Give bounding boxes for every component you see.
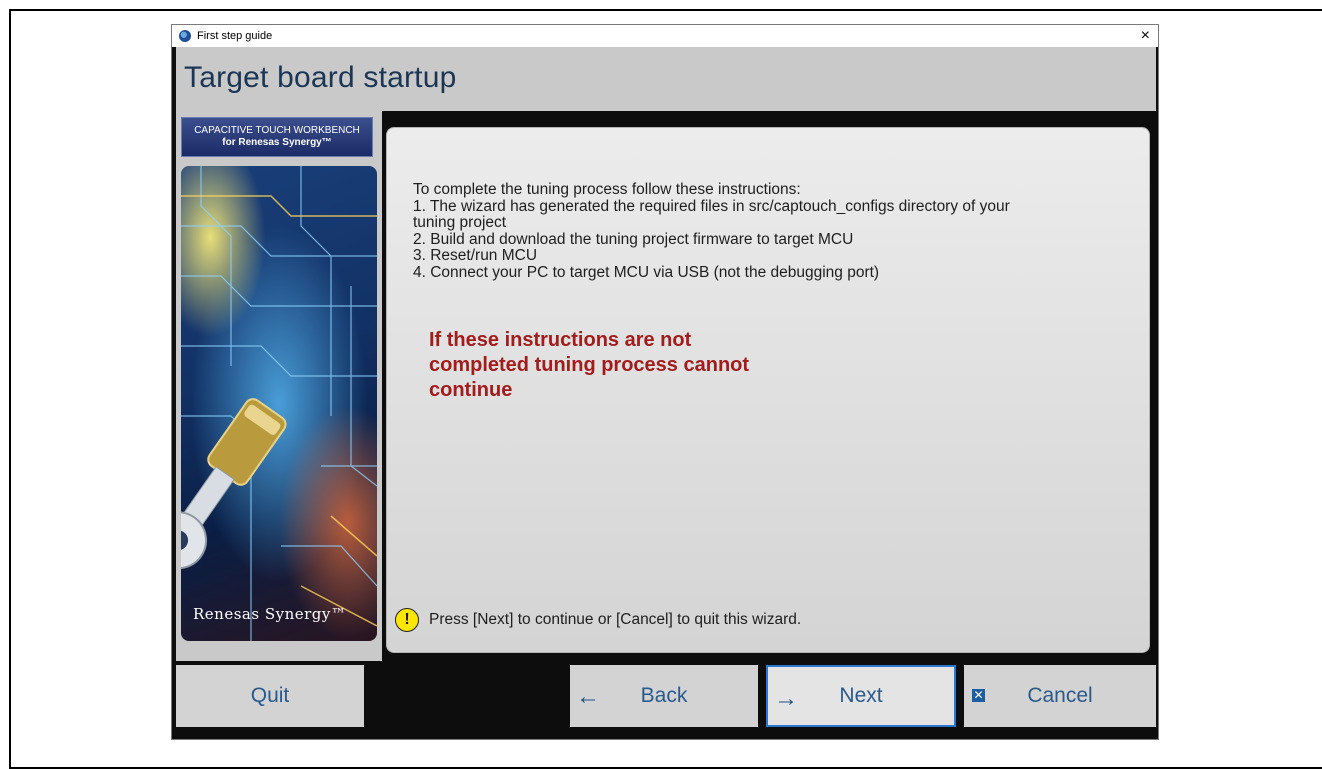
warning-line: continue [429,379,513,401]
instruction-line: To complete the tuning process follow th… [413,181,801,198]
page-title: Target board startup [184,61,457,94]
arrow-right-icon: → [774,685,798,712]
quit-button-label: Quit [250,684,290,707]
cancel-button[interactable]: ✕ Cancel [964,665,1156,727]
key-illustration: Renesas Synergy™ [181,166,377,641]
product-banner: CAPACITIVE TOUCH WORKBENCH for Renesas S… [181,117,373,157]
hint-text: Press [Next] to continue or [Cancel] to … [429,611,802,628]
cancel-button-label: Cancel [1027,684,1093,707]
side-panel: CAPACITIVE TOUCH WORKBENCH for Renesas S… [176,111,382,661]
quit-button[interactable]: Quit [176,665,364,727]
banner-title: CAPACITIVE TOUCH WORKBENCH [194,125,360,136]
warning-exclamation-icon: ! [395,608,419,632]
instruction-line: 3. Reset/run MCU [413,247,538,264]
instruction-line: 1. The wizard has generated the required… [413,197,1010,215]
wizard-window: First step guide × Target board startup … [171,24,1159,740]
instruction-line: 2. Build and download the tuning project… [413,230,854,248]
next-button[interactable]: → Next [766,665,956,727]
window-title: First step guide [197,30,273,42]
warning-message: If these instructions are not completed … [429,328,849,403]
content-panel: To complete the tuning process follow th… [386,127,1150,653]
next-button-label: Next [839,684,883,707]
app-icon [179,30,191,42]
warning-line: completed tuning process cannot [429,354,750,376]
title-bar: First step guide × [172,25,1158,47]
warning-line: If these instructions are not [429,329,692,351]
instruction-line: 4. Connect your PC to target MCU via USB… [413,263,880,281]
instruction-line: tuning project [413,214,507,231]
circuit-key-art [181,166,377,641]
instructions-text: To complete the tuning process follow th… [413,181,1143,281]
hint-row: ! Press [Next] to continue or [Cancel] t… [395,608,801,632]
back-button-label: Back [640,684,688,707]
page-header: Target board startup [176,47,1156,111]
close-icon[interactable]: × [1141,26,1150,46]
banner-subtitle: for Renesas Synergy™ [222,137,332,148]
back-button[interactable]: ← Back [570,665,758,727]
arrow-left-icon: ← [576,683,600,710]
brand-logo-text: Renesas Synergy™ [193,605,347,623]
cancel-x-icon: ✕ [972,688,985,702]
